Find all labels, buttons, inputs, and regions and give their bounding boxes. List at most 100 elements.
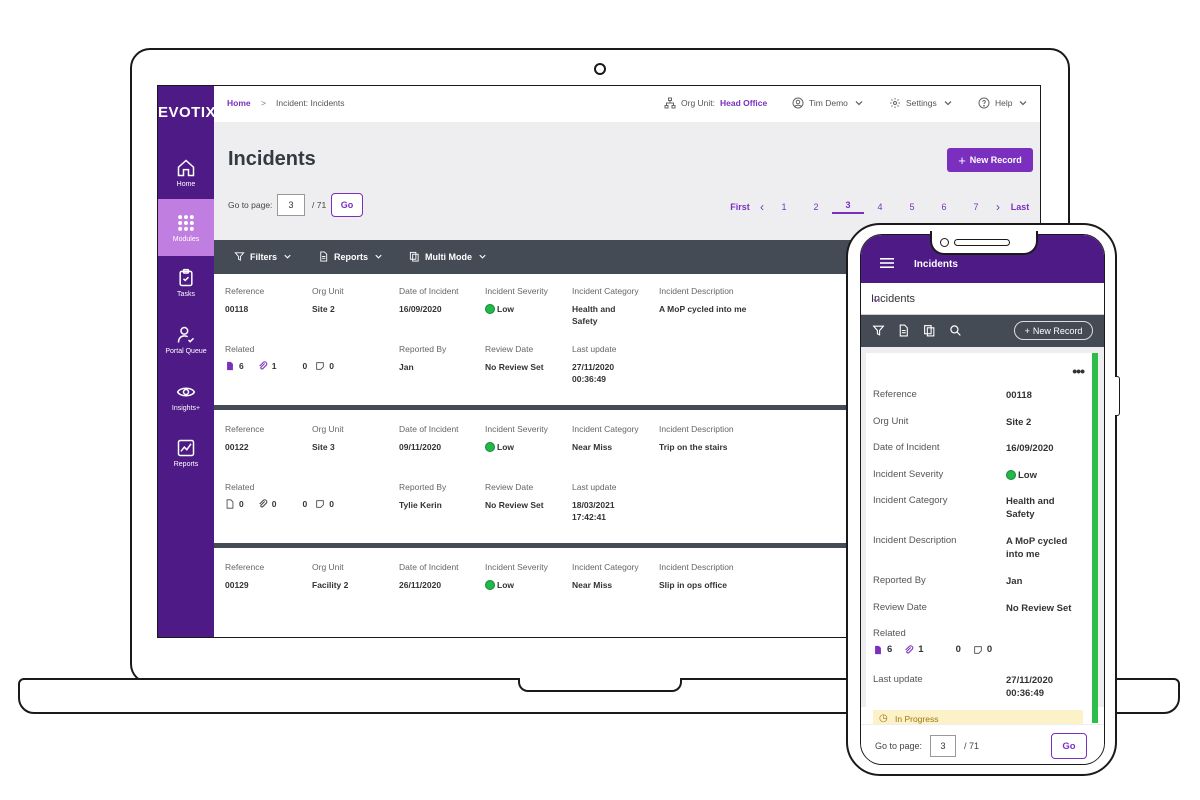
chevron-down-icon [944, 101, 952, 106]
breadcrumb-home[interactable]: Home [227, 98, 251, 108]
related-counts: 0 0 0 0 [225, 499, 334, 509]
home-icon [177, 158, 195, 176]
pager-last[interactable]: Last [1004, 202, 1036, 212]
category-label: Incident Category [572, 562, 639, 572]
reference-label: Reference [225, 286, 265, 296]
pager-page[interactable]: 2 [800, 202, 832, 212]
review-date-label: Review Date [485, 344, 534, 354]
chevron-down-icon [479, 254, 486, 259]
reference-value: 00118 [1006, 390, 1032, 401]
reported-by-label: Reported By [399, 482, 447, 492]
module-select[interactable]: Incidents ⌄ [861, 283, 1104, 315]
documents-icon[interactable] [923, 324, 936, 337]
pager-page[interactable]: 4 [864, 202, 896, 212]
filters-label: Filters [250, 251, 278, 262]
chevron-right-icon[interactable]: › [992, 200, 1004, 214]
user-check-icon [177, 326, 195, 343]
reference-value: 00129 [225, 580, 249, 590]
category-label: Incident Category [572, 286, 639, 296]
pager-page[interactable]: 6 [928, 202, 960, 212]
more-options-icon[interactable]: ••• [1072, 363, 1085, 379]
reported-by-value: Tylie Kerin [399, 500, 442, 510]
sidebar-item-insights[interactable]: Insights+ [158, 368, 214, 425]
goto-page-total: / 71 [312, 200, 327, 210]
multi-mode-dropdown[interactable]: Multi Mode [409, 251, 488, 262]
description-value: Slip in ops office [659, 580, 728, 590]
date-value: 09/11/2020 [399, 442, 442, 452]
chevron-left-icon[interactable]: ‹ [756, 200, 768, 214]
plus-icon: + [958, 152, 966, 168]
org-unit-label: Org Unit [873, 416, 909, 427]
category-value: Near Miss [572, 442, 613, 452]
go-button[interactable]: Go [1051, 733, 1087, 759]
pager-page-current[interactable]: 3 [832, 200, 864, 214]
document-icon[interactable] [897, 324, 910, 337]
chevron-down-icon [284, 254, 291, 259]
go-button[interactable]: Go [331, 193, 363, 217]
category-label: Incident Category [873, 495, 948, 506]
severity-dot-icon [1006, 470, 1016, 480]
note-icon [316, 500, 324, 508]
review-date-value: No Review Set [485, 500, 544, 510]
pager-page[interactable]: 5 [896, 202, 928, 212]
severity-value: Low [485, 303, 514, 315]
sidebar-item-portal-queue[interactable]: Portal Queue [158, 311, 214, 368]
breadcrumb-separator: > [261, 98, 266, 108]
hamburger-menu-icon[interactable] [880, 258, 894, 268]
settings-menu[interactable]: Settings [889, 97, 954, 109]
help-icon [978, 97, 990, 109]
reported-by-value: Jan [399, 362, 414, 372]
user-name: Tim Demo [809, 98, 848, 108]
phone-side-button [1115, 376, 1120, 416]
filter-icon[interactable] [872, 324, 885, 337]
phone-record-list: ••• Reference 00118 Org Unit Site 2 Date… [861, 347, 1104, 728]
search-icon[interactable] [949, 324, 962, 337]
sidebar-item-tasks[interactable]: Tasks [158, 254, 214, 311]
reported-by-value: Jan [1006, 576, 1023, 587]
goto-page-label: Go to page: [228, 200, 273, 210]
user-menu[interactable]: Tim Demo [792, 97, 865, 109]
severity-label: Incident Severity [485, 424, 548, 434]
new-record-button[interactable]: + New Record [947, 148, 1033, 172]
sidebar-item-modules[interactable]: Modules [158, 199, 214, 256]
pager-first[interactable]: First [724, 202, 756, 212]
org-unit-label: Org Unit [312, 562, 344, 572]
last-update-label: Last update [873, 674, 923, 685]
pager-page[interactable]: 1 [768, 202, 800, 212]
description-value: Trip on the stairs [659, 442, 728, 452]
document-icon [320, 251, 328, 262]
reference-label: Reference [225, 424, 265, 434]
document-icon [226, 499, 234, 509]
org-unit-value: Site 2 [312, 304, 335, 314]
reports-dropdown[interactable]: Reports [318, 251, 384, 262]
sidebar-item-home[interactable]: Home [158, 144, 214, 201]
description-value: A MoP cycled into me [659, 304, 747, 314]
category-value: Health and Safety [572, 304, 616, 326]
review-date-value: No Review Set [485, 362, 544, 372]
help-menu[interactable]: Help [978, 97, 1029, 109]
filters-dropdown[interactable]: Filters [234, 251, 293, 262]
laptop-notch [518, 678, 682, 692]
document-icon [227, 361, 233, 371]
phone-record-card[interactable]: ••• Reference 00118 Org Unit Site 2 Date… [866, 353, 1098, 728]
pager-page[interactable]: 7 [960, 202, 992, 212]
review-date-label: Review Date [485, 482, 534, 492]
date-value: 16/09/2020 [1006, 443, 1054, 454]
page-title: Incidents [228, 148, 316, 170]
description-label: Incident Description [659, 286, 734, 296]
goto-page-input[interactable]: 3 [930, 735, 956, 757]
goto-page-input[interactable]: 3 [277, 194, 305, 216]
settings-label: Settings [906, 98, 937, 108]
last-update-value: 18/03/2021 17:42:41 [572, 500, 615, 522]
org-unit-value: Head Office [720, 98, 768, 108]
sidebar: EVOTIX Home Modules Tasks Portal Queue I… [158, 86, 216, 637]
paperclip-icon [905, 644, 914, 654]
filter-icon [234, 252, 245, 261]
grid-icon [178, 214, 194, 231]
note-icon [316, 362, 324, 370]
phone-new-record-button[interactable]: + New Record [1014, 321, 1093, 340]
org-unit-selector[interactable]: Org Unit: Head Office [664, 97, 767, 109]
related-label: Related [873, 628, 906, 639]
severity-label: Incident Severity [485, 286, 548, 296]
sidebar-item-reports[interactable]: Reports [158, 424, 214, 481]
